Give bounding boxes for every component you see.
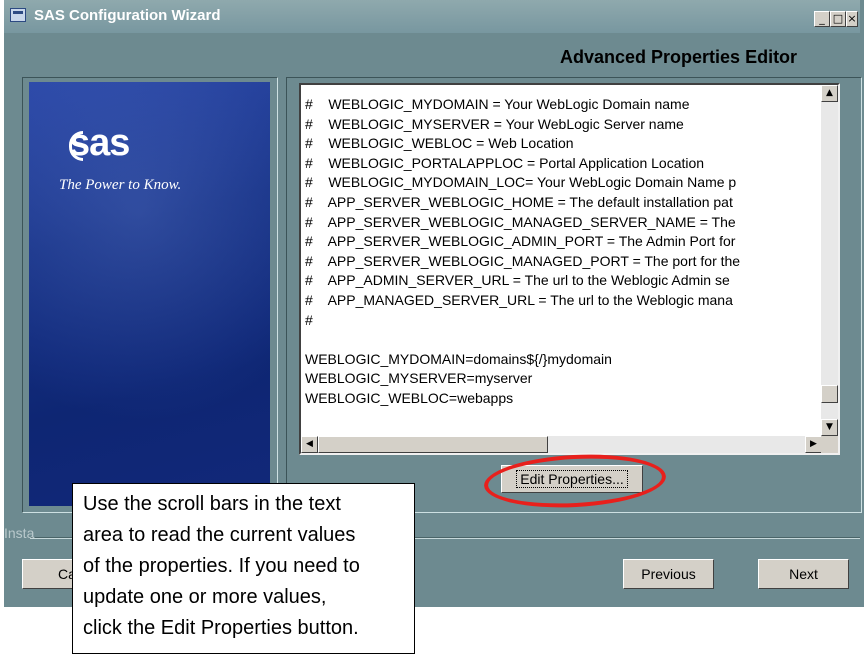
instruction-callout: Use the scroll bars in the text area to … [72, 483, 415, 654]
previous-button[interactable]: Previous [623, 559, 714, 589]
scroll-right-arrow-icon[interactable]: ▶ [805, 436, 822, 453]
properties-line: # [305, 311, 313, 328]
callout-line: area to read the current values [83, 524, 356, 546]
scroll-left-arrow-icon[interactable]: ◀ [301, 436, 318, 453]
properties-line: # APP_SERVER_WEBLOGIC_HOME = The default… [305, 193, 733, 210]
properties-line: WEBLOGIC_WEBLOC=webapps [305, 389, 514, 406]
next-button[interactable]: Next [758, 559, 849, 589]
horizontal-scrollbar[interactable]: ◀ ▶ [301, 436, 822, 453]
scroll-down-arrow-icon[interactable]: ▼ [821, 419, 838, 436]
tagline: The Power to Know. [59, 177, 182, 193]
minimize-button[interactable]: _ [814, 11, 830, 27]
callout-line: Use the scroll bars in the text [83, 493, 341, 515]
close-button[interactable]: × [846, 11, 858, 27]
sas-banner: sas The Power to Know. [29, 82, 270, 506]
properties-line: # WEBLOGIC_MYDOMAIN_LOC= Your WebLogic D… [305, 174, 737, 191]
vertical-scrollbar[interactable]: ▲ ▼ [821, 85, 838, 436]
properties-line: # APP_SERVER_WEBLOGIC_ADMIN_PORT = The A… [305, 233, 736, 250]
callout-line: of the properties. If you need to [83, 555, 360, 577]
properties-line: # APP_ADMIN_SERVER_URL = The url to the … [305, 272, 730, 289]
app-icon [10, 8, 26, 22]
callout-line: update one or more values, [83, 586, 327, 608]
properties-line: WEBLOGIC_MYSERVER=myserver [305, 370, 533, 387]
scroll-up-arrow-icon[interactable]: ▲ [821, 85, 838, 102]
scroll-corner [821, 436, 838, 453]
properties-line: # APP_MANAGED_SERVER_URL = The url to th… [305, 291, 733, 308]
sas-logo: sas [69, 122, 130, 164]
properties-line: # WEBLOGIC_MYSERVER = Your WebLogic Serv… [305, 115, 684, 132]
properties-line: # WEBLOGIC_PORTALAPPLOC = Portal Applica… [305, 154, 705, 171]
install-label: Insta [4, 525, 35, 541]
horizontal-scroll-thumb[interactable] [318, 436, 548, 453]
page-title: Advanced Properties Editor [560, 47, 798, 67]
maximize-button[interactable]: □ [830, 11, 846, 27]
callout-line: click the Edit Properties button. [83, 617, 359, 639]
properties-line: # APP_SERVER_WEBLOGIC_MANAGED_SERVER_NAM… [305, 213, 736, 230]
properties-line [305, 330, 821, 350]
properties-line: WEBLOGIC_MYDOMAIN=domains${/}mydomain [305, 350, 612, 367]
title-bar[interactable]: SAS Configuration Wizard _ □ × [4, 0, 860, 33]
properties-line: # WEBLOGIC_MYDOMAIN = Your WebLogic Doma… [305, 96, 690, 112]
window-title: SAS Configuration Wizard [34, 7, 221, 24]
properties-lines: # WEBLOGIC_MYDOMAIN = Your WebLogic Doma… [305, 95, 821, 409]
properties-line: # APP_SERVER_WEBLOGIC_MANAGED_PORT = The… [305, 252, 741, 269]
properties-line: # WEBLOGIC_WEBLOC = Web Location [305, 135, 574, 152]
properties-text-area[interactable]: # WEBLOGIC_MYDOMAIN = Your WebLogic Doma… [299, 83, 840, 455]
vertical-scroll-thumb[interactable] [821, 385, 838, 403]
